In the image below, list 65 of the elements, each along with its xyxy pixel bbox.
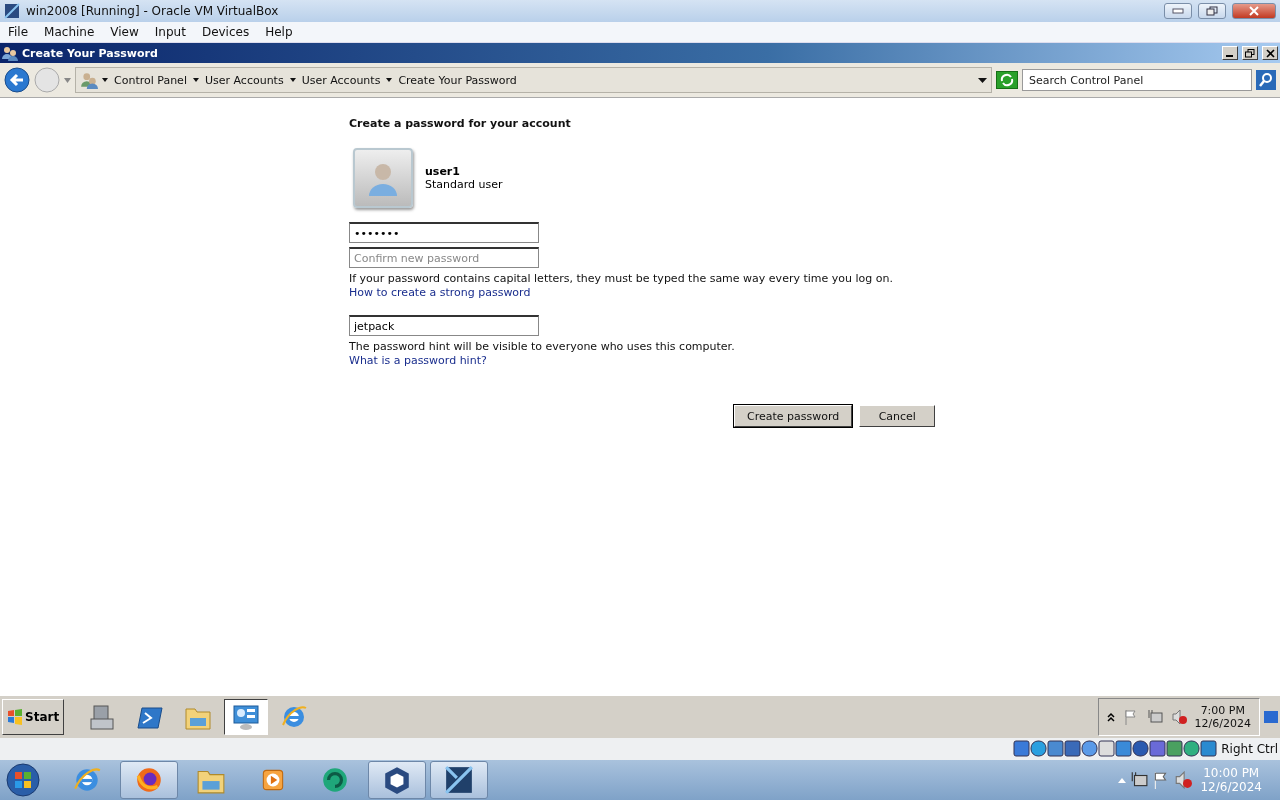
clock-date: 12/6/2024 [1194,717,1251,730]
users-icon [80,71,98,89]
menu-item[interactable]: Input [146,25,194,39]
muted-speaker-icon[interactable] [1170,709,1187,725]
browser-icon [134,765,164,795]
caret-icon[interactable] [386,78,393,82]
caret-icon[interactable] [102,78,108,82]
network-icon[interactable] [1130,771,1149,789]
heading: Create a password for your account [349,117,571,130]
clock-time: 7:00 PM [1200,704,1245,717]
breadcrumb[interactable]: User Accounts [202,73,286,87]
caret-icon[interactable] [289,78,296,82]
strong-password-link[interactable]: How to create a strong password [349,286,531,299]
back-button[interactable] [4,67,30,93]
windows-logo-icon [7,709,23,725]
caret-icon[interactable] [978,77,987,83]
clock-time: 10:00 PM [1203,766,1260,780]
server-icon [88,703,117,731]
hint-note: The password hint will be visible to everyone who uses this computer. [349,340,735,353]
capital-letters-note: If your password contains capital letters, they must be typed the same way every time you log on. [349,272,893,285]
close-icon [1265,48,1275,58]
close-icon [1249,6,1259,16]
breadcrumb[interactable]: User Accounts [299,73,383,87]
menu-item[interactable]: Devices [193,25,258,39]
menu-item[interactable]: File [0,25,37,39]
start-orb-button[interactable] [6,763,40,797]
taskbar-button[interactable] [120,761,178,799]
cancel-button[interactable]: Cancel [859,405,936,427]
search-field[interactable]: Search Control Panel [1022,69,1252,91]
chevron-icon[interactable] [1106,712,1115,722]
window-title: Create Your Password [22,46,159,60]
window-title: win2008 [Running] - Oracle VM VirtualBox [26,4,280,18]
password-field[interactable]: ••••••• [349,222,539,243]
menu-item[interactable]: Help [257,25,301,39]
password-hint-link[interactable]: What is a password hint? [349,354,487,367]
muted-speaker-icon[interactable] [1174,771,1193,789]
create-password-button[interactable]: Create password [734,405,853,427]
app-icon [4,3,20,19]
taskbar-button[interactable] [430,761,488,799]
tile-icon [444,765,474,795]
swirl-icon [320,765,350,795]
caret-icon[interactable] [192,78,199,82]
user-name: user1 [425,165,461,178]
cube-icon [382,765,412,795]
menu-item[interactable]: Machine [36,25,103,39]
start-button[interactable]: Start [2,699,65,735]
restore-icon [1245,48,1255,58]
breadcrumb[interactable]: Control Panel [112,73,189,87]
minimize-icon [1172,8,1184,14]
taskbar-button[interactable] [368,761,426,799]
flag-icon[interactable] [1122,709,1139,725]
users-icon [2,45,18,61]
search-icon[interactable] [1256,70,1276,90]
account-type: Standard user [425,178,503,191]
password-hint-field[interactable]: jetpack [349,315,539,336]
avatar [353,148,413,208]
menu-item[interactable]: View [102,25,147,39]
confirm-password-field[interactable]: Confirm new password [349,247,539,268]
refresh-icon[interactable] [996,71,1018,89]
clock-date: 12/6/2024 [1200,780,1262,794]
restore-icon [1206,6,1218,16]
taskbar-button[interactable] [224,699,269,735]
control-panel-icon [232,703,261,731]
host-key-label: Right Ctrl [1221,742,1278,756]
breadcrumb[interactable]: Create Your Password [396,73,519,87]
